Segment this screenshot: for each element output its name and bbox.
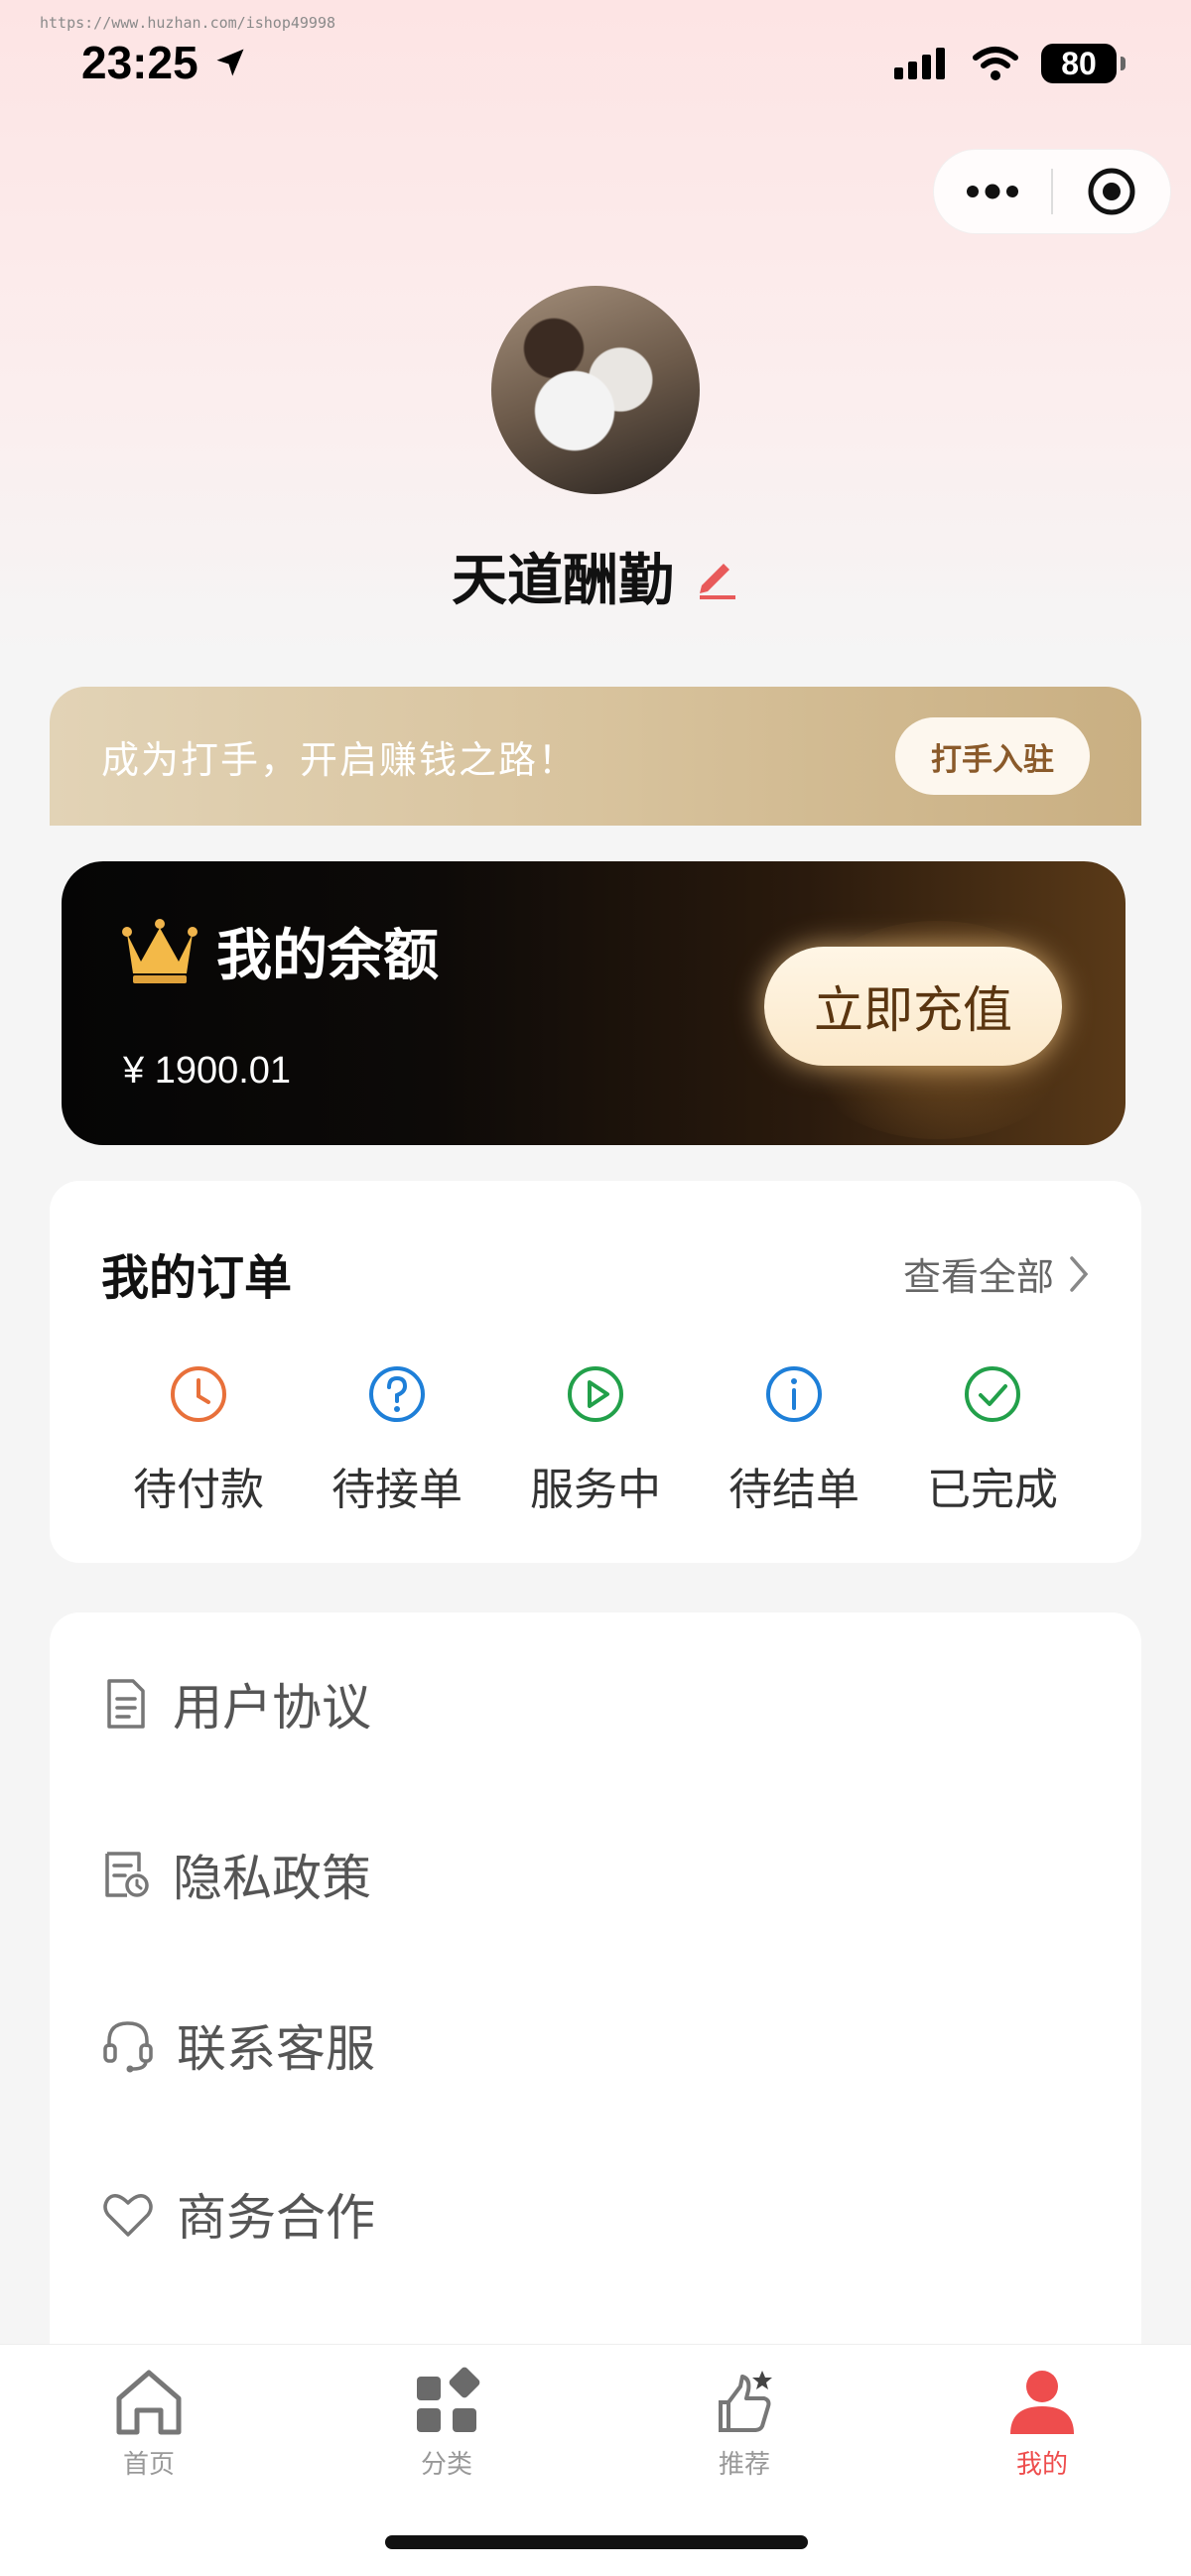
tab-recommend[interactable]: 推荐 — [645, 2367, 844, 2481]
play-icon — [568, 1366, 623, 1422]
info-icon — [766, 1366, 822, 1422]
menu-item-label: 商务合作 — [177, 2189, 375, 2247]
more-dots-icon — [967, 184, 1018, 199]
user-icon — [1010, 2371, 1074, 2434]
location-arrow-icon — [216, 49, 244, 76]
edit-pencil-icon[interactable] — [694, 554, 739, 599]
balance-title: 我的余额 — [216, 924, 439, 988]
cellular-signal-icon — [894, 48, 945, 79]
view-all-label: 查看全部 — [902, 1255, 1054, 1299]
order-status-row: 待付款 待接单 服务中 待结单 已完成 — [50, 1364, 1141, 1517]
tab-home[interactable]: 首页 — [50, 2367, 248, 2481]
orders-title: 我的订单 — [101, 1250, 293, 1306]
menu-item-label: 用户协议 — [173, 1679, 371, 1737]
chevron-right-icon — [1070, 1255, 1089, 1292]
view-all-orders-link[interactable]: 查看全部 — [903, 1246, 1090, 1301]
order-status-label: 待接单 — [331, 1465, 463, 1515]
order-status-label: 待付款 — [133, 1465, 264, 1515]
privacy-doc-icon — [105, 1852, 149, 1897]
category-icon — [417, 2367, 480, 2432]
close-mini-program-button[interactable] — [1053, 149, 1170, 234]
menu-item-business-cooperation[interactable]: 商务合作 — [101, 2178, 375, 2250]
order-status-completed[interactable]: 已完成 — [893, 1364, 1092, 1517]
question-icon — [369, 1366, 425, 1422]
order-status-label: 服务中 — [530, 1465, 661, 1515]
menu-item-contact-support[interactable]: 联系客服 — [101, 2009, 375, 2081]
crown-icon — [122, 918, 198, 983]
player-join-button[interactable]: 打手入驻 — [895, 717, 1090, 795]
menu-item-label: 隐私政策 — [173, 1850, 371, 1907]
balance-amount: ¥ 1900.01 — [123, 1050, 292, 1092]
check-icon — [965, 1366, 1020, 1422]
heart-icon — [103, 2194, 153, 2237]
order-status-label: 已完成 — [927, 1465, 1058, 1515]
status-time: 23:25 — [81, 36, 248, 89]
tab-profile[interactable]: 我的 — [943, 2367, 1141, 2481]
status-bar: 23:25 80 — [0, 0, 1191, 129]
banner-text: 成为打手，开启赚钱之路！ — [101, 737, 579, 782]
menu-item-label: 联系客服 — [177, 2020, 375, 2078]
avatar[interactable] — [491, 286, 700, 494]
menu-item-user-agreement[interactable]: 用户协议 — [101, 1668, 371, 1739]
profile-name-row: 天道酬勤 — [0, 536, 1191, 616]
menu-item-privacy-policy[interactable]: 隐私政策 — [101, 1839, 371, 1910]
battery-level: 80 — [1061, 45, 1097, 81]
headset-icon — [103, 2021, 153, 2073]
balance-card: 我的余额 ¥ 1900.01 立即充值 — [62, 861, 1125, 1145]
tab-label: 推荐 — [718, 2450, 770, 2480]
profile-name: 天道酬勤 — [452, 549, 674, 613]
recharge-button[interactable]: 立即充值 — [764, 947, 1062, 1066]
status-time-text: 23:25 — [81, 37, 198, 88]
home-icon — [116, 2370, 182, 2435]
balance-title-row: 我的余额 — [121, 911, 439, 991]
become-player-banner: 成为打手，开启赚钱之路！ 打手入驻 — [50, 687, 1141, 826]
thumbs-up-icon — [719, 2371, 772, 2432]
order-status-in-service[interactable]: 服务中 — [496, 1364, 695, 1517]
tab-label: 我的 — [1015, 2450, 1068, 2480]
home-indicator — [385, 2535, 808, 2549]
order-status-label: 待结单 — [728, 1465, 860, 1515]
order-status-awaiting-accept[interactable]: 待接单 — [298, 1364, 496, 1517]
orders-card: 我的订单 查看全部 待付款 待接单 服务中 待结单 已完成 — [50, 1181, 1141, 1563]
status-icons: 80 — [892, 44, 1125, 83]
wifi-icon — [973, 47, 1018, 80]
more-button[interactable] — [934, 149, 1051, 234]
clock-icon — [171, 1366, 226, 1422]
tab-label: 分类 — [420, 2450, 472, 2480]
mini-program-capsule — [933, 149, 1171, 234]
target-icon — [1088, 168, 1135, 215]
order-status-awaiting-settlement[interactable]: 待结单 — [695, 1364, 893, 1517]
battery-icon: 80 — [1041, 44, 1125, 83]
tab-label: 首页 — [122, 2450, 175, 2480]
settings-menu-card: 用户协议 隐私政策 联系客服 商务合作 — [50, 1612, 1141, 2406]
document-icon — [107, 1679, 145, 1729]
order-status-pending-payment[interactable]: 待付款 — [99, 1364, 298, 1517]
tab-category[interactable]: 分类 — [347, 2367, 546, 2481]
